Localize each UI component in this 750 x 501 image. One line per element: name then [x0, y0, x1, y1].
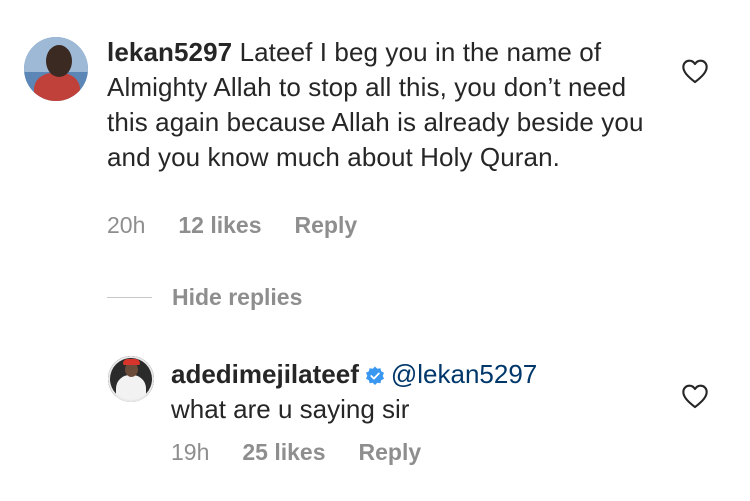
reply-text: what are u saying sir — [171, 394, 410, 424]
heart-icon[interactable] — [681, 58, 709, 84]
reply-username[interactable]: adedimejilateef — [171, 359, 359, 389]
reply-button[interactable]: Reply — [295, 212, 358, 239]
reply-body: adedimejilateef @lekan5297 what are u sa… — [171, 357, 651, 427]
heart-icon[interactable] — [681, 383, 709, 409]
divider-line — [107, 297, 152, 298]
reply-time: 19h — [171, 439, 210, 465]
avatar-ring — [108, 356, 154, 402]
avatar[interactable] — [24, 37, 88, 101]
avatar-figure-body — [34, 73, 80, 101]
reply-meta: 19h 25 likes Reply — [171, 439, 421, 466]
comment-meta: 20h 12 likes Reply — [107, 212, 357, 239]
mention-link[interactable]: @lekan5297 — [391, 359, 537, 389]
hide-replies-button[interactable]: Hide replies — [107, 284, 302, 311]
hide-replies-label: Hide replies — [172, 284, 303, 310]
verified-badge-icon — [365, 366, 384, 385]
reply-button[interactable]: Reply — [359, 439, 422, 466]
avatar[interactable] — [108, 356, 154, 402]
avatar-figure-head — [46, 45, 72, 77]
comment-likes[interactable]: 12 likes — [178, 212, 261, 239]
comment-username[interactable]: lekan5297 — [107, 37, 232, 67]
reply-likes[interactable]: 25 likes — [242, 439, 325, 466]
comment-time: 20h — [107, 212, 146, 238]
comment-body: lekan5297 Lateef I beg you in the name o… — [107, 35, 647, 175]
